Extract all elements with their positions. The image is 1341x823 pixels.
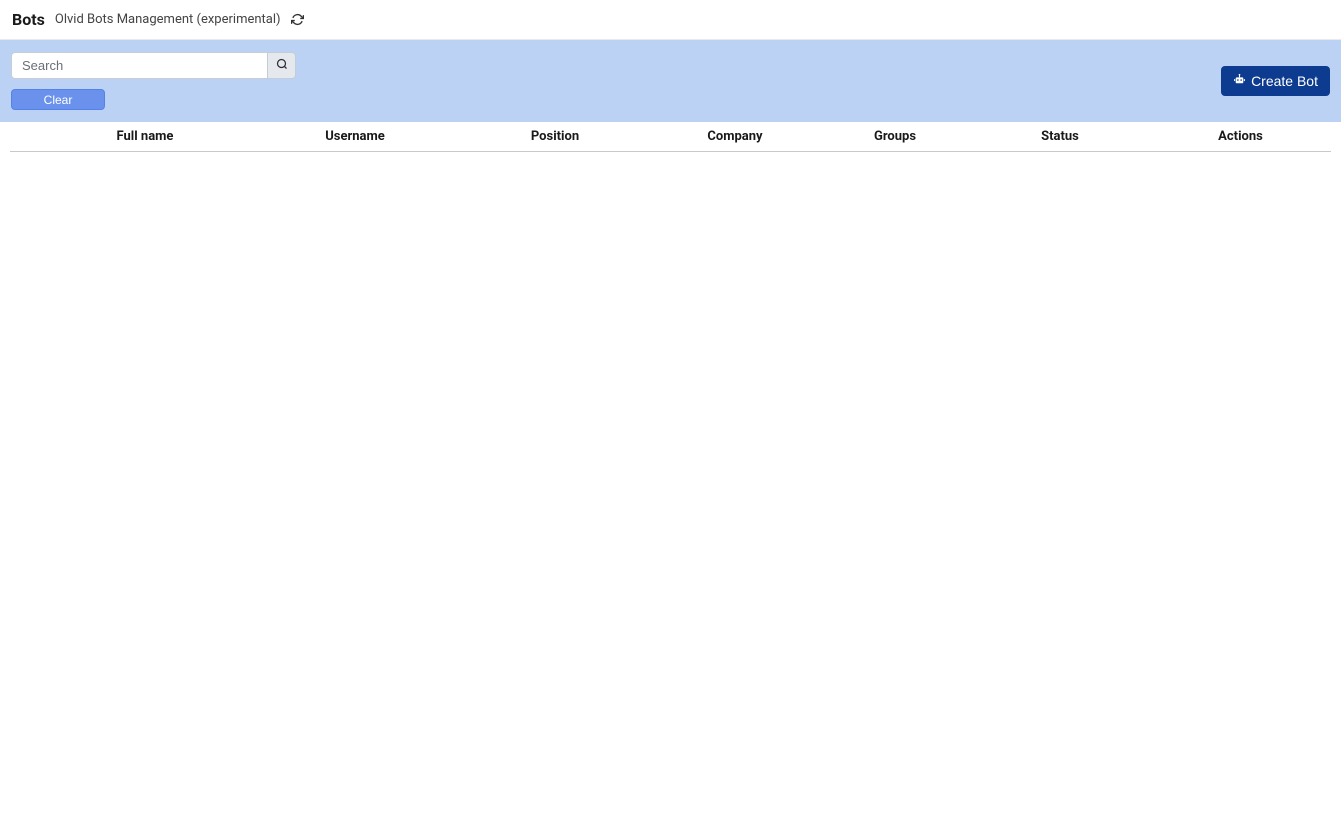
search-icon <box>276 58 288 73</box>
refresh-icon[interactable] <box>291 13 304 26</box>
clear-button[interactable]: Clear <box>11 89 105 110</box>
page-title: Bots <box>12 10 45 29</box>
column-header-username[interactable]: Username <box>250 129 460 144</box>
table-container: Full name Username Position Company Grou… <box>0 122 1341 152</box>
search-group <box>11 52 296 79</box>
column-header-company[interactable]: Company <box>650 129 820 144</box>
table-header-row: Full name Username Position Company Grou… <box>10 122 1331 152</box>
page-subtitle: Olvid Bots Management (experimental) <box>55 12 281 27</box>
column-header-status[interactable]: Status <box>970 129 1150 144</box>
search-button[interactable] <box>267 52 296 79</box>
create-bot-button[interactable]: Create Bot <box>1221 66 1330 96</box>
robot-icon <box>1233 73 1246 89</box>
search-input[interactable] <box>11 52 267 79</box>
column-header-actions: Actions <box>1150 129 1331 144</box>
header-bar: Bots Olvid Bots Management (experimental… <box>0 0 1341 40</box>
column-header-groups[interactable]: Groups <box>820 129 970 144</box>
column-header-fullname[interactable]: Full name <box>40 129 250 144</box>
create-bot-label: Create Bot <box>1251 73 1318 89</box>
clear-row: Clear <box>11 89 1330 110</box>
toolbar: Clear Create Bot <box>0 40 1341 122</box>
column-header-position[interactable]: Position <box>460 129 650 144</box>
search-row <box>11 52 1330 79</box>
